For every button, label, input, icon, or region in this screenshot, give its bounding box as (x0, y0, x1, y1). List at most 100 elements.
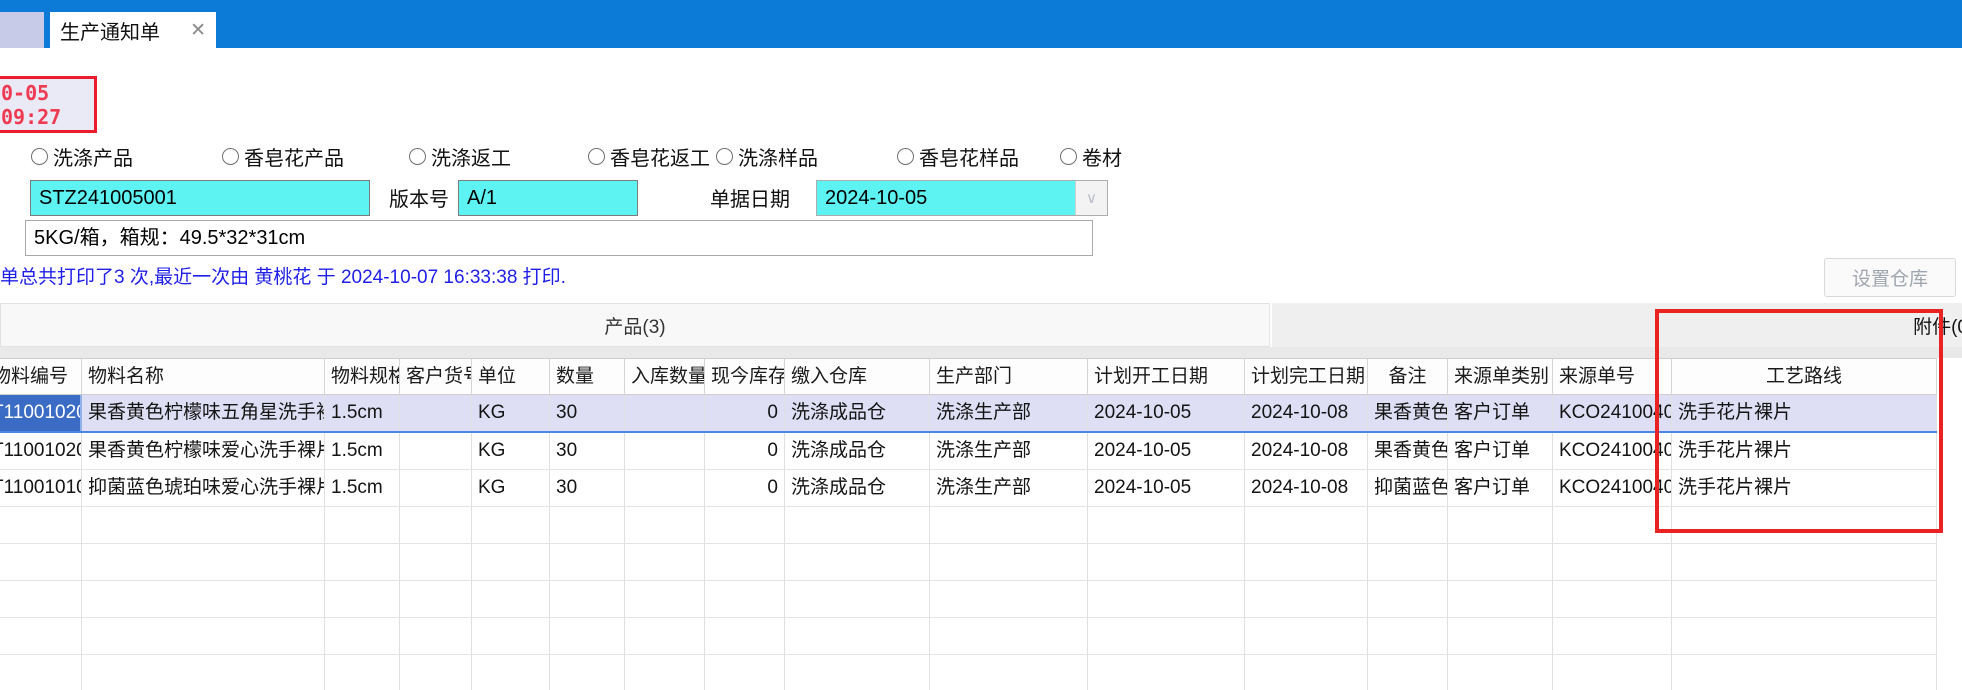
table-row[interactable]: T110010202果香黄色柠檬味爱心洗手裸片1.5cmKG300洗涤成品仓洗涤… (0, 433, 1937, 470)
column-header[interactable]: 现今库存 (705, 359, 785, 394)
radio-coil-material[interactable]: 卷材 (1060, 143, 1122, 169)
column-header[interactable]: 物料规格 (325, 359, 400, 394)
chevron-down-icon[interactable]: ∨ (1075, 181, 1107, 215)
table-cell[interactable]: T110010101 (0, 470, 82, 506)
set-warehouse-button[interactable]: 设置仓库 (1824, 258, 1956, 297)
table-cell[interactable] (1672, 581, 1937, 617)
table-cell[interactable]: 1.5cm (325, 395, 400, 431)
table-cell[interactable]: 洗涤生产部 (930, 470, 1088, 506)
table-cell[interactable] (400, 618, 472, 654)
table-cell[interactable] (1245, 507, 1368, 543)
radio-circle-icon[interactable] (409, 148, 426, 165)
table-cell[interactable] (1088, 581, 1245, 617)
table-cell[interactable] (625, 581, 705, 617)
table-cell[interactable] (0, 507, 82, 543)
column-header[interactable]: 客户货号 (400, 359, 472, 394)
table-cell[interactable] (472, 507, 550, 543)
table-cell[interactable]: KCO241004002 (1553, 433, 1672, 469)
table-cell[interactable] (325, 581, 400, 617)
table-cell[interactable] (625, 544, 705, 580)
table-cell[interactable] (472, 581, 550, 617)
radio-wash-product[interactable]: 洗涤产品 (31, 143, 133, 169)
column-header[interactable]: 物料名称 (82, 359, 325, 394)
table-cell[interactable] (785, 507, 930, 543)
table-cell[interactable] (1553, 655, 1672, 690)
table-cell[interactable] (472, 655, 550, 690)
table-cell[interactable] (0, 618, 82, 654)
table-cell[interactable] (325, 655, 400, 690)
table-cell[interactable] (1368, 507, 1448, 543)
table-cell[interactable] (1448, 655, 1553, 690)
table-cell[interactable]: 洗手花片裸片 (1672, 433, 1937, 469)
table-cell[interactable] (82, 581, 325, 617)
table-cell[interactable] (400, 544, 472, 580)
empty-table-row[interactable] (0, 581, 1937, 618)
radio-wash-sample[interactable]: 洗涤样品 (716, 143, 818, 169)
table-cell[interactable] (550, 507, 625, 543)
table-cell[interactable] (1448, 618, 1553, 654)
table-cell[interactable] (1245, 581, 1368, 617)
table-cell[interactable]: 0 (705, 395, 785, 431)
version-field[interactable]: A/1 (458, 180, 638, 216)
column-header[interactable]: 入库数量 (625, 359, 705, 394)
table-row[interactable]: T110010202果香黄色柠檬味五角星洗手裸片1.5cmKG300洗涤成品仓洗… (0, 395, 1937, 433)
table-cell[interactable]: T110010202 (0, 433, 82, 469)
table-cell[interactable] (1245, 655, 1368, 690)
table-cell[interactable] (1088, 655, 1245, 690)
table-cell[interactable] (1672, 655, 1937, 690)
table-cell[interactable] (625, 507, 705, 543)
column-header[interactable]: 备注 (1368, 359, 1448, 394)
column-header[interactable]: 来源单号 (1553, 359, 1672, 394)
table-cell[interactable]: KCO241004002 (1553, 395, 1672, 431)
table-cell[interactable] (550, 618, 625, 654)
table-cell[interactable]: 洗涤成品仓 (785, 470, 930, 506)
table-cell[interactable]: 洗涤生产部 (930, 395, 1088, 431)
column-header[interactable]: 工艺路线 (1672, 359, 1937, 394)
table-cell[interactable] (1088, 544, 1245, 580)
table-cell[interactable]: 果香黄色柠檬味爱心洗手裸片 (82, 433, 325, 469)
table-cell[interactable]: 果香黄色 (1368, 395, 1448, 431)
table-cell[interactable] (625, 618, 705, 654)
table-cell[interactable] (1088, 507, 1245, 543)
column-header[interactable]: 生产部门 (930, 359, 1088, 394)
table-cell[interactable] (1368, 618, 1448, 654)
pinned-tab[interactable] (0, 12, 44, 48)
table-cell[interactable] (1448, 581, 1553, 617)
radio-soapflower-rework[interactable]: 香皂花返工 (588, 143, 710, 169)
table-cell[interactable]: KG (472, 470, 550, 506)
table-cell[interactable] (472, 544, 550, 580)
table-cell[interactable] (930, 507, 1088, 543)
table-cell[interactable]: 洗涤成品仓 (785, 395, 930, 431)
table-cell[interactable]: 0 (705, 470, 785, 506)
table-cell[interactable] (1088, 618, 1245, 654)
table-cell[interactable]: 2024-10-08 (1245, 395, 1368, 431)
table-cell[interactable] (1553, 544, 1672, 580)
table-cell[interactable] (1368, 581, 1448, 617)
empty-table-row[interactable] (0, 618, 1937, 655)
table-cell[interactable]: 30 (550, 470, 625, 506)
table-cell[interactable]: 果香黄色柠檬味五角星洗手裸片 (82, 395, 325, 431)
empty-table-row[interactable] (0, 507, 1937, 544)
table-cell[interactable] (1553, 507, 1672, 543)
table-cell[interactable]: KG (472, 433, 550, 469)
table-cell[interactable] (930, 655, 1088, 690)
table-cell[interactable]: 抑菌蓝色 (1368, 470, 1448, 506)
order-no-field[interactable]: STZ241005001 (30, 180, 370, 216)
table-cell[interactable] (472, 618, 550, 654)
radio-circle-icon[interactable] (588, 148, 605, 165)
table-cell[interactable]: 1.5cm (325, 470, 400, 506)
table-cell[interactable] (400, 655, 472, 690)
empty-table-row[interactable] (0, 544, 1937, 581)
table-cell[interactable] (1672, 618, 1937, 654)
close-icon[interactable]: ✕ (190, 19, 206, 42)
table-cell[interactable]: 客户订单 (1448, 395, 1553, 431)
table-row[interactable]: T110010101抑菌蓝色琥珀味爱心洗手裸片1.5cmKG300洗涤成品仓洗涤… (0, 470, 1937, 507)
table-cell[interactable]: 2024-10-08 (1245, 433, 1368, 469)
radio-soapflower-sample[interactable]: 香皂花样品 (897, 143, 1019, 169)
table-cell[interactable] (400, 470, 472, 506)
table-cell[interactable] (82, 618, 325, 654)
table-cell[interactable] (550, 544, 625, 580)
table-cell[interactable] (325, 507, 400, 543)
table-cell[interactable] (400, 581, 472, 617)
table-cell[interactable] (1672, 507, 1937, 543)
